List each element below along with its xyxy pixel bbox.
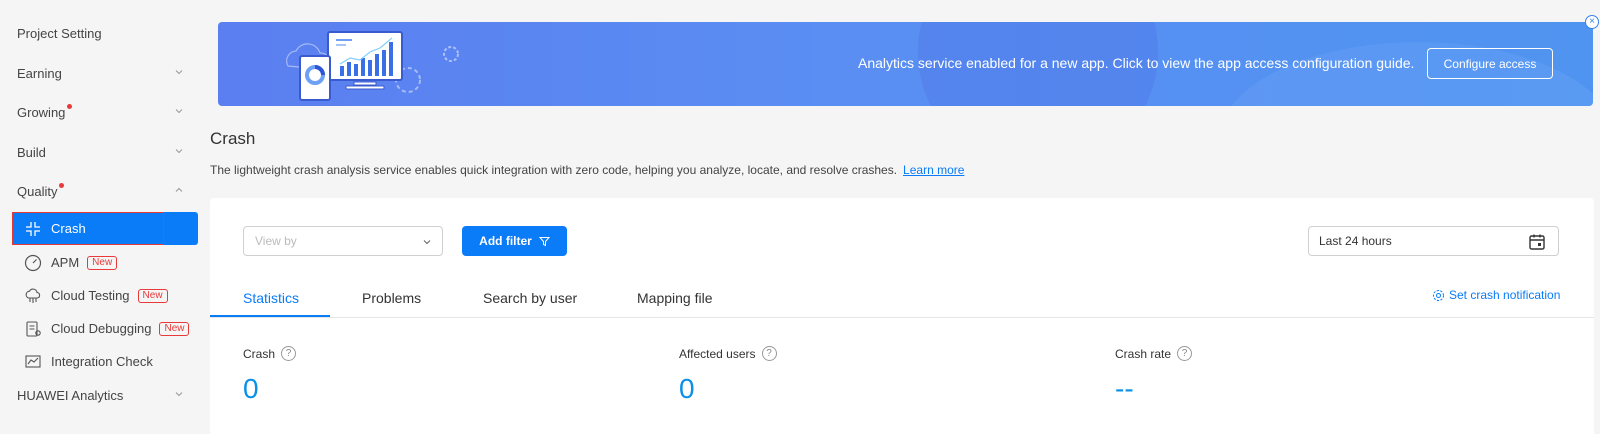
sidebar-item-label: Project Setting — [17, 25, 102, 41]
metric-value: 0 — [243, 373, 259, 404]
sidebar-item-earning[interactable]: Earning — [0, 53, 200, 93]
analytics-illustration — [286, 31, 459, 101]
crash-icon — [24, 220, 42, 238]
sidebar-item-integration-check[interactable]: Integration Check — [12, 345, 198, 378]
add-filter-label: Add filter — [479, 234, 532, 248]
chevron-down-icon — [175, 70, 183, 75]
cloud-test-icon — [24, 287, 42, 305]
filter-icon — [538, 236, 550, 246]
metric-affected-users: Affected users? 0 — [679, 346, 777, 405]
date-range-value: Last 24 hours — [1319, 234, 1392, 248]
sidebar-item-cloud-debugging[interactable]: Cloud Debugging New — [12, 312, 198, 345]
chart-check-icon — [24, 353, 42, 371]
configure-access-button[interactable]: Configure access — [1427, 48, 1553, 79]
gauge-icon — [24, 254, 42, 272]
learn-more-link[interactable]: Learn more — [903, 163, 964, 177]
active-tab-indicator — [210, 315, 330, 317]
date-range-picker[interactable]: Last 24 hours — [1308, 226, 1559, 256]
notification-dot — [59, 182, 65, 188]
metric-crash-rate: Crash rate? -- — [1115, 346, 1193, 405]
sidebar-item-label: Crash — [51, 221, 86, 236]
tab-problems[interactable]: Problems — [362, 278, 421, 318]
page-title: Crash — [210, 129, 256, 148]
sidebar-item-growing[interactable]: Growing — [0, 92, 200, 132]
help-icon[interactable]: ? — [1177, 346, 1193, 361]
chevron-down-icon — [175, 149, 183, 154]
chevron-down-icon — [175, 392, 183, 397]
tab-search-by-user[interactable]: Search by user — [483, 278, 577, 318]
sidebar-item-label: Growing — [17, 104, 66, 120]
tab-statistics[interactable]: Statistics — [243, 278, 299, 318]
app-root: Project Setting Earning Growing Build Qu… — [0, 0, 1600, 434]
metric-label: Crash rate — [1115, 346, 1172, 361]
add-filter-button[interactable]: Add filter — [462, 226, 567, 256]
banner-message[interactable]: Analytics service enabled for a new app.… — [858, 55, 1414, 71]
sidebar-item-label: HUAWEI Analytics — [17, 387, 124, 403]
view-by-placeholder: View by — [255, 234, 297, 248]
sidebar-item-label: Cloud Debugging — [51, 321, 152, 336]
analytics-banner[interactable]: Analytics service enabled for a new app.… — [218, 22, 1593, 106]
sidebar: Project Setting Earning Growing Build Qu… — [0, 0, 200, 434]
sidebar-item-build[interactable]: Build — [0, 132, 200, 172]
metric-label: Crash — [243, 346, 276, 361]
sidebar-item-project-setting[interactable]: Project Setting — [0, 13, 200, 53]
sidebar-item-label: Build — [17, 144, 46, 160]
tab-mapping-file[interactable]: Mapping file — [637, 278, 713, 318]
close-icon[interactable]: × — [1585, 15, 1599, 29]
sidebar-item-label: Quality — [17, 183, 58, 199]
new-badge: New — [87, 255, 118, 270]
cloud-debug-icon — [24, 320, 42, 338]
calendar-icon — [1529, 234, 1545, 250]
chevron-down-icon — [423, 240, 431, 245]
metric-value: 0 — [679, 373, 695, 404]
sidebar-item-quality[interactable]: Quality — [0, 171, 200, 211]
notification-dot — [67, 103, 73, 109]
sidebar-item-cloud-testing[interactable]: Cloud Testing New — [12, 279, 198, 312]
gear-icon — [1433, 289, 1444, 301]
sidebar-item-label: Integration Check — [51, 354, 153, 369]
chevron-down-icon — [175, 109, 183, 114]
sidebar-item-huawei-analytics[interactable]: HUAWEI Analytics — [0, 375, 200, 415]
help-icon[interactable]: ? — [281, 346, 297, 361]
sidebar-item-crash[interactable]: Crash — [12, 212, 198, 245]
metric-label: Affected users — [679, 346, 756, 361]
sidebar-item-apm[interactable]: APM New — [12, 246, 198, 279]
view-by-select[interactable]: View by — [243, 226, 443, 256]
new-badge: New — [159, 321, 190, 336]
page-description: The lightweight crash analysis service e… — [210, 163, 964, 177]
chevron-up-icon — [175, 187, 183, 192]
crash-card: View by Add filter Last 24 hours Statist… — [210, 198, 1594, 434]
metric-crash: Crash? 0 — [243, 346, 297, 405]
description-text: The lightweight crash analysis service e… — [210, 163, 898, 177]
help-icon[interactable]: ? — [761, 346, 777, 361]
tab-bar: Statistics Problems Search by user Mappi… — [210, 278, 1594, 318]
new-badge: New — [137, 288, 168, 303]
sidebar-item-label: Cloud Testing — [51, 288, 130, 303]
sidebar-item-label: APM — [51, 255, 80, 270]
set-crash-notification-link[interactable]: Set crash notification — [1432, 288, 1560, 302]
sidebar-item-label: Earning — [17, 65, 62, 81]
metric-value: -- — [1115, 373, 1134, 404]
set-notification-label: Set crash notification — [1449, 288, 1561, 302]
